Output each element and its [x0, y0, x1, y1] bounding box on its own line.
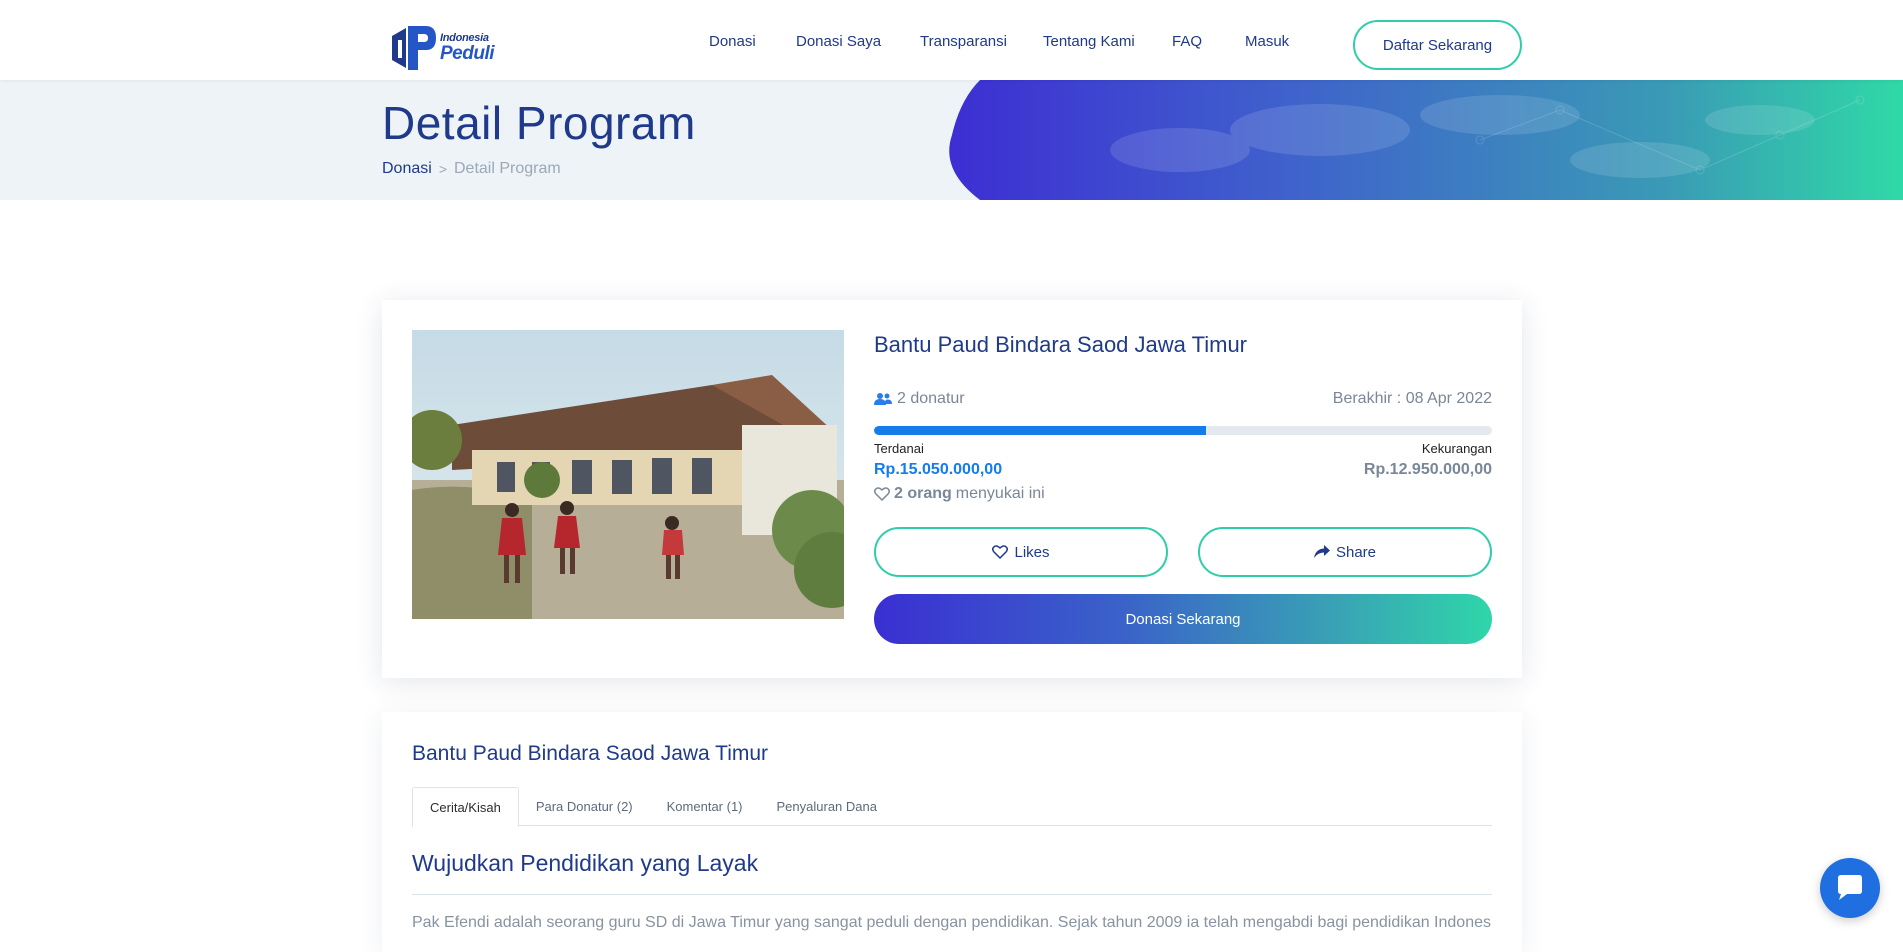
page-banner: Detail Program Donasi > Detail Program	[0, 80, 1903, 200]
heart-icon	[874, 487, 890, 501]
heart-icon	[992, 545, 1009, 559]
site-header: Indonesia Peduli Donasi Donasi Saya Tran…	[0, 0, 1903, 80]
story-paragraph: Pak Efendi adalah seorang guru SD di Jaw…	[412, 914, 1492, 931]
banner-decoration	[949, 80, 1903, 200]
share-button[interactable]: Share	[1198, 527, 1492, 577]
funding-progress-fill	[874, 426, 1207, 435]
chat-icon	[1838, 875, 1862, 900]
nav-faq[interactable]: FAQ	[1172, 33, 1202, 50]
logo-mark-icon	[392, 26, 436, 70]
nav-tentang-kami[interactable]: Tentang Kami	[1043, 33, 1135, 50]
nav-donasi[interactable]: Donasi	[709, 33, 756, 50]
program-photo	[412, 330, 844, 619]
page-title: Detail Program	[382, 97, 696, 149]
raised-amount: Rp.15.050.000,00	[874, 461, 1003, 478]
tab-komentar[interactable]: Komentar (1)	[650, 787, 760, 826]
tab-cerita-kisah[interactable]: Cerita/Kisah	[412, 787, 519, 827]
likes-text: menyukai ini	[955, 485, 1045, 502]
story-divider	[412, 894, 1492, 895]
remaining-label: Kekurangan	[1421, 441, 1492, 456]
breadcrumb-donasi[interactable]: Donasi	[382, 160, 432, 178]
deadline-text: Berakhir : 08 Apr 2022	[1332, 390, 1492, 407]
likes-count: 2 orang	[894, 485, 952, 502]
share-button-label: Share	[1335, 543, 1377, 561]
program-card: Bantu Paud Bindara Saod Jawa Timur 2 don…	[382, 300, 1522, 678]
live-chat-button[interactable]	[1820, 858, 1880, 918]
story-heading: Wujudkan Pendidikan yang Layak	[412, 850, 759, 876]
likes-summary: 2 orang menyukai ini	[874, 485, 1492, 503]
nav-masuk[interactable]: Masuk	[1245, 33, 1289, 50]
share-icon	[1313, 545, 1330, 558]
breadcrumb: Donasi > Detail Program	[382, 160, 561, 178]
likes-button-label: Likes	[1014, 543, 1050, 561]
donor-count-text: 2 donatur	[897, 390, 965, 407]
program-detail-section: Bantu Paud Bindara Saod Jawa Timur Cerit…	[382, 712, 1522, 952]
raised-label: Terdanai	[874, 441, 924, 456]
users-icon	[874, 393, 892, 405]
nav-donasi-saya[interactable]: Donasi Saya	[796, 33, 881, 50]
program-title: Bantu Paud Bindara Saod Jawa Timur	[874, 332, 1248, 357]
detail-tabs: Cerita/Kisah Para Donatur (2) Komentar (…	[412, 787, 1492, 827]
nav-transparansi[interactable]: Transparansi	[920, 33, 1007, 50]
tab-para-donatur[interactable]: Para Donatur (2)	[519, 787, 650, 826]
breadcrumb-current: Detail Program	[454, 160, 561, 177]
tab-penyaluran-dana[interactable]: Penyaluran Dana	[760, 787, 894, 826]
register-button[interactable]: Daftar Sekarang	[1353, 20, 1522, 70]
detail-title: Bantu Paud Bindara Saod Jawa Timur	[412, 742, 769, 765]
donate-now-button[interactable]: Donasi Sekarang	[874, 594, 1492, 644]
brand-logo[interactable]: Indonesia Peduli	[386, 22, 498, 74]
breadcrumb-separator: >	[438, 161, 447, 177]
donor-count: 2 donatur	[874, 390, 965, 408]
likes-button[interactable]: Likes	[874, 527, 1168, 577]
remaining-amount: Rp.12.950.000,00	[1363, 461, 1492, 478]
funding-progress-bar	[874, 426, 1492, 435]
program-info: Bantu Paud Bindara Saod Jawa Timur 2 don…	[874, 330, 1492, 644]
logo-text-bottom: Peduli	[440, 43, 495, 64]
